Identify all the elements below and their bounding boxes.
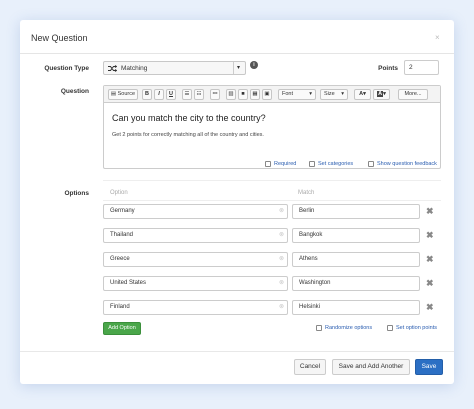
video-icon[interactable]: ■ bbox=[238, 89, 248, 100]
match-input[interactable]: Berlin bbox=[292, 204, 420, 219]
options-label: Options bbox=[64, 190, 89, 197]
question-type-label: Question Type bbox=[44, 65, 89, 72]
delete-icon[interactable]: ✖ bbox=[426, 230, 434, 241]
options-header-divider bbox=[103, 200, 441, 201]
checkbox-icon bbox=[387, 325, 393, 331]
font-select[interactable]: Font ▾ bbox=[278, 89, 316, 100]
bg-color-label: A bbox=[377, 91, 384, 97]
embed-icon[interactable]: ▣ bbox=[262, 89, 272, 100]
source-label: Source bbox=[117, 91, 136, 97]
option-text: Greece bbox=[110, 256, 130, 262]
clear-icon[interactable]: ⊗ bbox=[279, 229, 284, 242]
match-input[interactable]: Helsinki bbox=[292, 300, 420, 315]
close-icon[interactable]: × bbox=[435, 33, 440, 42]
cancel-button[interactable]: Cancel bbox=[294, 359, 326, 375]
editor-toolbar: ▤ Source B I U ☰ ☷ ⚯ ▨ ■ ▦ ▣ Font ▾ Size… bbox=[104, 86, 440, 103]
italic-button[interactable]: I bbox=[154, 89, 164, 100]
bulleted-list-icon[interactable]: ☷ bbox=[194, 89, 204, 100]
shuffle-icon bbox=[108, 64, 117, 72]
chevron-down-icon: ▾ bbox=[341, 91, 344, 97]
text-color-label: A bbox=[359, 91, 364, 97]
dialog-title: New Question bbox=[31, 33, 88, 43]
clear-icon[interactable]: ⊗ bbox=[279, 253, 284, 266]
option-text: Germany bbox=[110, 208, 135, 214]
match-column-header: Match bbox=[298, 190, 315, 196]
save-and-add-another-button[interactable]: Save and Add Another bbox=[332, 359, 410, 375]
option-input[interactable]: Greece ⊗ bbox=[103, 252, 288, 267]
size-label: Size bbox=[324, 91, 335, 97]
underline-button[interactable]: U bbox=[166, 89, 176, 100]
editor-content[interactable]: Can you match the city to the country? G… bbox=[112, 113, 266, 138]
set-categories-checkbox[interactable]: Set categories bbox=[309, 161, 353, 167]
chevron-down-icon: ▾ bbox=[233, 62, 243, 74]
new-question-dialog: New Question × Question Type Matching ▾ … bbox=[20, 20, 454, 384]
option-text: Thailand bbox=[110, 232, 134, 238]
text-color-button[interactable]: A▾ bbox=[354, 89, 371, 100]
set-option-points-label: Set option points bbox=[396, 325, 437, 331]
question-editor[interactable]: ▤ Source B I U ☰ ☷ ⚯ ▨ ■ ▦ ▣ Font ▾ Size… bbox=[103, 85, 441, 169]
delete-icon[interactable]: ✖ bbox=[426, 302, 434, 313]
clear-icon[interactable]: ⊗ bbox=[279, 301, 284, 314]
question-type-value: Matching bbox=[121, 64, 148, 72]
set-categories-label: Set categories bbox=[318, 161, 354, 167]
section-divider bbox=[103, 180, 441, 181]
chevron-down-icon: ▾ bbox=[309, 91, 312, 97]
more-button[interactable]: More... bbox=[398, 89, 428, 100]
document-icon: ▤ bbox=[110, 91, 117, 97]
delete-icon[interactable]: ✖ bbox=[426, 278, 434, 289]
clear-icon[interactable]: ⊗ bbox=[279, 277, 284, 290]
numbered-list-icon[interactable]: ☰ bbox=[182, 89, 192, 100]
option-text: Finland bbox=[110, 304, 130, 310]
clear-icon[interactable]: ⊗ bbox=[279, 205, 284, 218]
header-divider bbox=[20, 53, 454, 54]
option-input[interactable]: Germany ⊗ bbox=[103, 204, 288, 219]
question-label: Question bbox=[60, 88, 89, 95]
match-input[interactable]: Athens bbox=[292, 252, 420, 267]
question-title-text: Can you match the city to the country? bbox=[112, 113, 266, 123]
required-checkbox[interactable]: Required bbox=[265, 161, 296, 167]
bold-button[interactable]: B bbox=[142, 89, 152, 100]
delete-icon[interactable]: ✖ bbox=[426, 206, 434, 217]
show-feedback-checkbox[interactable]: Show question feedback bbox=[368, 161, 437, 167]
question-description-text: Get 2 points for correctly matching all … bbox=[112, 132, 264, 138]
option-input[interactable]: Finland ⊗ bbox=[103, 300, 288, 315]
add-option-button[interactable]: Add Option bbox=[103, 322, 141, 335]
match-input[interactable]: Bangkok bbox=[292, 228, 420, 243]
option-text: United States bbox=[110, 280, 147, 286]
required-label: Required bbox=[274, 161, 297, 167]
save-button[interactable]: Save bbox=[415, 359, 443, 375]
show-feedback-label: Show question feedback bbox=[377, 161, 437, 167]
checkbox-icon bbox=[368, 161, 374, 167]
set-option-points-checkbox[interactable]: Set option points bbox=[387, 325, 437, 331]
image-icon[interactable]: ▨ bbox=[226, 89, 236, 100]
link-icon[interactable]: ⚯ bbox=[210, 89, 220, 100]
option-input[interactable]: United States ⊗ bbox=[103, 276, 288, 291]
randomize-options-checkbox[interactable]: Randomize options bbox=[316, 325, 372, 331]
source-button[interactable]: ▤ Source bbox=[108, 89, 138, 100]
question-type-select[interactable]: Matching ▾ bbox=[103, 61, 246, 75]
match-input[interactable]: Washington bbox=[292, 276, 420, 291]
checkbox-icon bbox=[309, 161, 315, 167]
info-icon[interactable]: i bbox=[250, 61, 258, 69]
checkbox-icon bbox=[316, 325, 322, 331]
delete-icon[interactable]: ✖ bbox=[426, 254, 434, 265]
table-icon[interactable]: ▦ bbox=[250, 89, 260, 100]
footer-divider bbox=[20, 351, 454, 352]
size-select[interactable]: Size ▾ bbox=[320, 89, 348, 100]
points-label: Points bbox=[378, 65, 398, 72]
randomize-options-label: Randomize options bbox=[325, 325, 373, 331]
option-input[interactable]: Thailand ⊗ bbox=[103, 228, 288, 243]
font-label: Font bbox=[282, 91, 294, 97]
points-input[interactable]: 2 bbox=[404, 60, 439, 75]
checkbox-icon bbox=[265, 161, 271, 167]
background-color-button[interactable]: A▾ bbox=[373, 89, 390, 100]
option-column-header: Option bbox=[110, 190, 128, 196]
